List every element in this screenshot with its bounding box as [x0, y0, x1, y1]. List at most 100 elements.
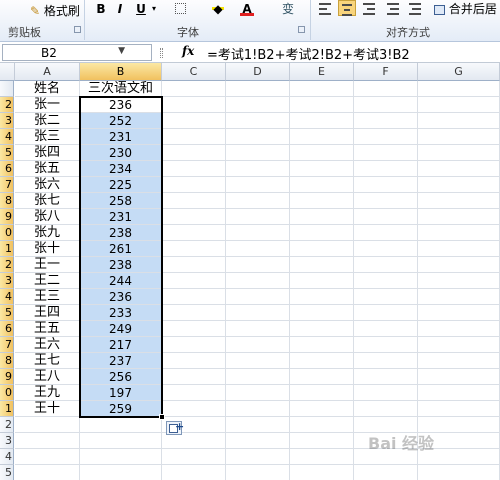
- cell-e[interactable]: [290, 129, 354, 145]
- underline-button[interactable]: U: [134, 0, 148, 18]
- cell-e[interactable]: [290, 273, 354, 289]
- cell-c[interactable]: [162, 465, 226, 480]
- cell-d[interactable]: [226, 385, 290, 401]
- cell-d[interactable]: [226, 369, 290, 385]
- merge-center-button[interactable]: 合并后居: [434, 0, 497, 17]
- cell-g[interactable]: [418, 241, 500, 257]
- cell-e[interactable]: [290, 401, 354, 417]
- row-header[interactable]: 1: [0, 401, 14, 417]
- cell-b[interactable]: 252: [80, 113, 162, 129]
- cell-f[interactable]: [354, 129, 418, 145]
- cell-a[interactable]: 王四: [15, 305, 80, 321]
- cell-b[interactable]: 197: [80, 385, 162, 401]
- cell-c[interactable]: [162, 369, 226, 385]
- align-left-button[interactable]: [316, 0, 334, 16]
- cell-d[interactable]: [226, 465, 290, 480]
- cell-c[interactable]: [162, 81, 226, 97]
- cell-e[interactable]: [290, 385, 354, 401]
- cell-b[interactable]: 231: [80, 209, 162, 225]
- cell-a[interactable]: 张十: [15, 241, 80, 257]
- cell-f[interactable]: [354, 145, 418, 161]
- row-header[interactable]: 7: [0, 337, 14, 353]
- cell-a[interactable]: [15, 449, 80, 465]
- cell-d[interactable]: [226, 113, 290, 129]
- cell-c[interactable]: [162, 305, 226, 321]
- cell-f[interactable]: [354, 97, 418, 113]
- cell-g[interactable]: [418, 129, 500, 145]
- column-header-g[interactable]: G: [418, 63, 500, 81]
- cell-a[interactable]: [15, 433, 80, 449]
- cell-a[interactable]: 王五: [15, 321, 80, 337]
- fill-handle[interactable]: [159, 414, 165, 420]
- row-header[interactable]: 5: [0, 305, 14, 321]
- row-header[interactable]: 4: [0, 129, 14, 145]
- cell-e[interactable]: [290, 97, 354, 113]
- row-header[interactable]: 4: [0, 449, 14, 465]
- cell-e[interactable]: [290, 433, 354, 449]
- cell-g[interactable]: [418, 177, 500, 193]
- cell-a[interactable]: 张三: [15, 129, 80, 145]
- cell-g[interactable]: [418, 353, 500, 369]
- row-header[interactable]: 1: [0, 241, 14, 257]
- cell-c[interactable]: [162, 225, 226, 241]
- cell-b[interactable]: 259: [80, 401, 162, 417]
- cell-c[interactable]: [162, 433, 226, 449]
- cell-b[interactable]: [80, 465, 162, 480]
- cell-c[interactable]: [162, 273, 226, 289]
- cell-e[interactable]: [290, 177, 354, 193]
- cell-e[interactable]: [290, 257, 354, 273]
- cell-b[interactable]: 244: [80, 273, 162, 289]
- name-box[interactable]: B2 ▼: [2, 44, 152, 61]
- cell-b[interactable]: 261: [80, 241, 162, 257]
- cell-b[interactable]: 217: [80, 337, 162, 353]
- cell-d[interactable]: [226, 225, 290, 241]
- cell-a[interactable]: 张五: [15, 161, 80, 177]
- cell-e[interactable]: [290, 289, 354, 305]
- cell-b[interactable]: 236: [80, 97, 162, 113]
- cell-b[interactable]: 三次语文和: [80, 81, 162, 97]
- cell-d[interactable]: [226, 145, 290, 161]
- cell-f[interactable]: [354, 401, 418, 417]
- cell-e[interactable]: [290, 113, 354, 129]
- row-header[interactable]: 5: [0, 145, 14, 161]
- row-header[interactable]: 8: [0, 193, 14, 209]
- cell-f[interactable]: [354, 273, 418, 289]
- cell-c[interactable]: [162, 289, 226, 305]
- cell-g[interactable]: [418, 225, 500, 241]
- row-header[interactable]: 6: [0, 161, 14, 177]
- cell-a[interactable]: 王十: [15, 401, 80, 417]
- cell-a[interactable]: 王六: [15, 337, 80, 353]
- cell-c[interactable]: [162, 321, 226, 337]
- cell-g[interactable]: [418, 337, 500, 353]
- cell-a[interactable]: 张七: [15, 193, 80, 209]
- cell-g[interactable]: [418, 81, 500, 97]
- row-header[interactable]: 7: [0, 177, 14, 193]
- row-header[interactable]: 3: [0, 273, 14, 289]
- phonetic-button[interactable]: 变: [280, 0, 296, 18]
- cell-g[interactable]: [418, 113, 500, 129]
- align-right-button[interactable]: [360, 0, 378, 16]
- cell-e[interactable]: [290, 465, 354, 480]
- row-header[interactable]: 9: [0, 209, 14, 225]
- cell-f[interactable]: [354, 353, 418, 369]
- row-header[interactable]: 0: [0, 225, 14, 241]
- cell-d[interactable]: [226, 401, 290, 417]
- cell-c[interactable]: [162, 113, 226, 129]
- cell-f[interactable]: [354, 81, 418, 97]
- chevron-down-icon[interactable]: ▼: [118, 46, 125, 56]
- cell-f[interactable]: [354, 385, 418, 401]
- cell-d[interactable]: [226, 257, 290, 273]
- insert-function-button[interactable]: fx: [182, 44, 194, 58]
- cell-e[interactable]: [290, 305, 354, 321]
- cell-d[interactable]: [226, 177, 290, 193]
- cell-g[interactable]: [418, 465, 500, 480]
- column-header-f[interactable]: F: [354, 63, 418, 81]
- align-center-button[interactable]: [338, 0, 356, 16]
- cell-d[interactable]: [226, 81, 290, 97]
- font-launcher-icon[interactable]: [298, 26, 305, 33]
- cell-c[interactable]: [162, 241, 226, 257]
- cell-g[interactable]: [418, 273, 500, 289]
- increase-indent-button[interactable]: [406, 0, 424, 16]
- cell-c[interactable]: [162, 209, 226, 225]
- cell-d[interactable]: [226, 337, 290, 353]
